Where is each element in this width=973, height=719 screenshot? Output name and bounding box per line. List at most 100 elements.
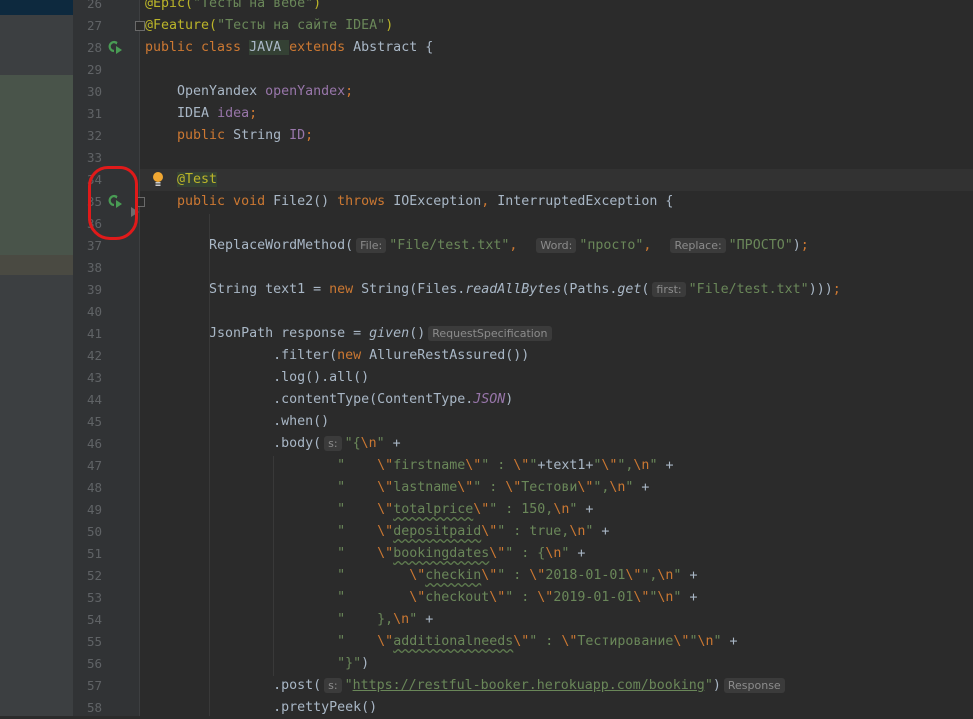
code-token: bookingdates	[393, 546, 490, 561]
line-number: 47	[86, 458, 102, 473]
code-token: lastname	[393, 480, 458, 495]
code-line[interactable]: public class JAVA extends Abstract {	[145, 37, 433, 59]
line-number: 49	[86, 502, 102, 517]
code-line[interactable]: " \"checkout\"" : \"2019-01-01\""\n" +	[145, 587, 697, 609]
highlighted-tree-row[interactable]	[0, 255, 73, 275]
code-token: "	[145, 634, 378, 649]
code-token: checkin	[425, 568, 482, 583]
code-line[interactable]: .post(s: "https://restful-booker.herokuap…	[145, 675, 788, 697]
code-token: \"	[625, 568, 642, 583]
code-token: " :	[505, 590, 538, 605]
code-line[interactable]: " \"totalprice\"" : 150,\n" +	[145, 499, 593, 521]
project-panel[interactable]	[0, 0, 73, 716]
run-test-icon[interactable]	[108, 40, 122, 54]
code-line[interactable]: @Feature("Тесты на сайте IDEA")	[145, 15, 393, 37]
code-token: @Test	[177, 172, 218, 187]
inlay-hint: Response	[723, 678, 785, 693]
code-token: \n	[553, 502, 570, 517]
code-line[interactable]: "}")	[145, 653, 369, 675]
line-number: 39	[86, 282, 102, 297]
code-token: ",	[617, 458, 634, 473]
code-token: ,	[481, 194, 498, 209]
code-line[interactable]: " \"bookingdates\"" : {\n" +	[145, 543, 585, 565]
code-token: https://restful-booker.herokuapp.com/boo…	[352, 678, 705, 693]
code-token: \n	[609, 480, 626, 495]
indent-guide	[273, 456, 274, 676]
code-token: .contentType(ContentType.	[145, 392, 474, 407]
code-line[interactable]: .body(s: "{\n" +	[145, 433, 401, 455]
fold-icon[interactable]	[135, 21, 145, 31]
code-line[interactable]: " \"firstname\"" : \""+text1+"\"",\n" +	[145, 455, 673, 477]
gutter-separator	[139, 0, 140, 716]
code-line[interactable]: ReplaceWordMethod(File: "File/test.txt", …	[145, 235, 809, 257]
code-token: "	[145, 524, 378, 539]
code-line[interactable]: IDEA idea;	[145, 103, 257, 125]
code-token: Тестирование	[577, 634, 674, 649]
code-line[interactable]: JsonPath response = given() RequestSpecif…	[145, 323, 555, 345]
inlay-hint: RequestSpecification	[428, 326, 552, 341]
code-line[interactable]: public String ID;	[145, 125, 313, 147]
code-token: )))	[808, 282, 833, 297]
code-token: "	[625, 480, 642, 495]
selected-tree-region[interactable]	[0, 75, 73, 255]
code-line[interactable]: @Epic("Тесты на вебе")	[145, 0, 321, 15]
line-number: 30	[86, 84, 102, 99]
line-number: 43	[86, 370, 102, 385]
code-token: " :	[497, 568, 530, 583]
current-line-highlight	[140, 169, 973, 191]
code-token: checkout	[425, 590, 490, 605]
code-line[interactable]: " },\n" +	[145, 609, 433, 631]
code-token: ;	[249, 106, 258, 121]
code-token: .prettyPeek()	[145, 700, 378, 715]
code-token: .when()	[145, 414, 330, 429]
code-line[interactable]: .log().all()	[145, 367, 369, 389]
code-token: "ПРОСТО"	[728, 238, 793, 253]
line-number: 52	[86, 568, 102, 583]
code-line[interactable]: OpenYandex openYandex;	[145, 81, 353, 103]
code-token: \"	[513, 634, 530, 649]
code-token: " : 150,	[489, 502, 554, 517]
line-number: 57	[86, 678, 102, 693]
code-line[interactable]: " \"lastname\"" : \"Тестови\"",\n" +	[145, 477, 649, 499]
code-token: "File/test.txt"	[389, 238, 510, 253]
code-token: ;	[345, 84, 354, 99]
code-token: IDEA	[145, 106, 218, 121]
code-token: String(Files.	[361, 282, 466, 297]
code-line[interactable]: .filter(new AllureRestAssured())	[145, 345, 529, 367]
code-token: " :	[473, 480, 506, 495]
code-line[interactable]: " \"checkin\"" : \"2018-01-01\"",\n" +	[145, 565, 697, 587]
indent-guide	[209, 214, 210, 716]
lightbulb-icon[interactable]	[152, 171, 164, 187]
line-number: 48	[86, 480, 102, 495]
code-line[interactable]: .contentType(ContentType.JSON)	[145, 389, 513, 411]
code-token: \"	[489, 590, 506, 605]
code-token: "{	[344, 436, 361, 451]
code-line[interactable]: String text1 = new String(Files.readAllB…	[145, 279, 841, 301]
code-token: depositpaid	[393, 524, 482, 539]
code-token: "	[145, 546, 378, 561]
code-line[interactable]: " \"additionalneeds\"" : \"Тестирование\…	[145, 631, 737, 653]
code-token: \n	[569, 524, 586, 539]
code-token: "	[704, 678, 713, 693]
code-token: .post(	[145, 678, 322, 693]
code-token: " :	[481, 458, 514, 473]
code-line[interactable]: " \"depositpaid\"" : true,\n" +	[145, 521, 609, 543]
code-token: \"	[377, 502, 394, 517]
code-token: ID	[289, 128, 306, 143]
code-line[interactable]: .when()	[145, 411, 329, 433]
code-token: +text1+	[537, 458, 594, 473]
code-token: ,	[643, 238, 668, 253]
inlay-hint: Replace:	[670, 238, 726, 253]
red-annotation-circle	[88, 166, 138, 240]
code-token: +	[665, 458, 674, 473]
code-token: (Paths.	[561, 282, 618, 297]
code-token: +	[392, 436, 401, 451]
code-token: throws	[337, 194, 394, 209]
code-line[interactable]: public void File2() throws IOException, …	[145, 191, 673, 213]
code-token: "просто"	[579, 238, 644, 253]
code-token: \"	[465, 458, 482, 473]
line-number: 38	[86, 260, 102, 275]
code-token: @Epic(	[145, 0, 194, 11]
code-token: \"	[457, 480, 474, 495]
code-token: "	[145, 458, 378, 473]
